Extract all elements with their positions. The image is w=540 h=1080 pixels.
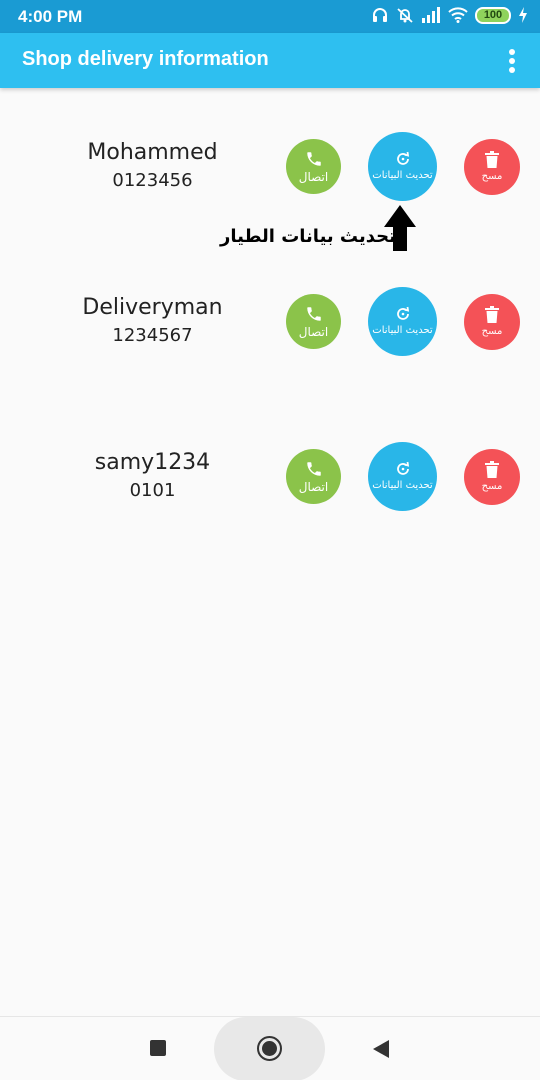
home-icon[interactable] bbox=[257, 1036, 282, 1061]
call-label: اتصال bbox=[298, 170, 329, 184]
update-label: تحديث البيانات bbox=[372, 325, 433, 336]
phone-icon bbox=[305, 305, 323, 323]
delivery-info: samy1234 0101 bbox=[60, 450, 245, 501]
status-bar: 4:00 PM 100 bbox=[0, 0, 540, 33]
trash-icon bbox=[485, 306, 499, 323]
delete-button[interactable]: مسح bbox=[464, 294, 520, 350]
delivery-phone: 0123456 bbox=[112, 170, 193, 191]
call-button[interactable]: اتصال bbox=[286, 294, 341, 349]
update-label: تحديث البيانات bbox=[372, 170, 433, 181]
delete-button[interactable]: مسح bbox=[464, 449, 520, 505]
charging-icon bbox=[518, 7, 528, 23]
delivery-name: samy1234 bbox=[94, 450, 211, 475]
annotation-text: تحديث بيانات الطيار bbox=[220, 226, 396, 247]
delete-button[interactable]: مسح bbox=[464, 139, 520, 195]
arrow-up-icon bbox=[384, 205, 416, 255]
delivery-info: Deliveryman 1234567 bbox=[60, 295, 245, 346]
wifi-icon bbox=[448, 7, 468, 23]
call-label: اتصال bbox=[298, 480, 329, 494]
delete-label: مسح bbox=[481, 481, 503, 492]
update-button[interactable]: تحديث البيانات bbox=[368, 132, 437, 201]
delivery-row: samy1234 0101 اتصال تحديث البيانات مسح bbox=[0, 442, 540, 522]
trash-icon bbox=[485, 151, 499, 168]
back-icon[interactable] bbox=[372, 1039, 390, 1063]
delivery-name: Deliveryman bbox=[82, 295, 223, 320]
phone-icon bbox=[305, 460, 323, 478]
page-title: Shop delivery information bbox=[22, 48, 269, 70]
delete-label: مسح bbox=[481, 326, 503, 337]
delete-label: مسح bbox=[481, 171, 503, 182]
bell-off-icon bbox=[396, 6, 414, 24]
phone-icon bbox=[305, 150, 323, 168]
delivery-row: Deliveryman 1234567 اتصال تحديث البيانات… bbox=[0, 287, 540, 367]
refresh-icon bbox=[395, 306, 411, 322]
update-button[interactable]: تحديث البيانات bbox=[368, 287, 437, 356]
app-bar: Shop delivery information bbox=[0, 33, 540, 88]
headphones-icon bbox=[371, 6, 389, 24]
refresh-icon bbox=[395, 461, 411, 477]
delivery-phone: 1234567 bbox=[112, 325, 193, 346]
refresh-icon bbox=[395, 151, 411, 167]
call-button[interactable]: اتصال bbox=[286, 449, 341, 504]
more-vert-icon[interactable] bbox=[506, 47, 518, 75]
navigation-bar bbox=[0, 1016, 540, 1080]
delivery-phone: 0101 bbox=[129, 480, 176, 501]
trash-icon bbox=[485, 461, 499, 478]
recents-icon[interactable] bbox=[150, 1040, 166, 1056]
call-button[interactable]: اتصال bbox=[286, 139, 341, 194]
delivery-row: Mohammed 0123456 اتصال تحديث البيانات مس… bbox=[0, 132, 540, 212]
update-label: تحديث البيانات bbox=[372, 480, 433, 491]
status-time: 4:00 PM bbox=[18, 7, 83, 26]
battery-icon: 100 bbox=[475, 6, 511, 24]
update-button[interactable]: تحديث البيانات bbox=[368, 442, 437, 511]
delivery-name: Mohammed bbox=[87, 140, 218, 165]
status-icons: 100 bbox=[371, 6, 528, 24]
call-label: اتصال bbox=[298, 325, 329, 339]
delivery-info: Mohammed 0123456 bbox=[60, 140, 245, 191]
signal-icon bbox=[421, 7, 441, 23]
